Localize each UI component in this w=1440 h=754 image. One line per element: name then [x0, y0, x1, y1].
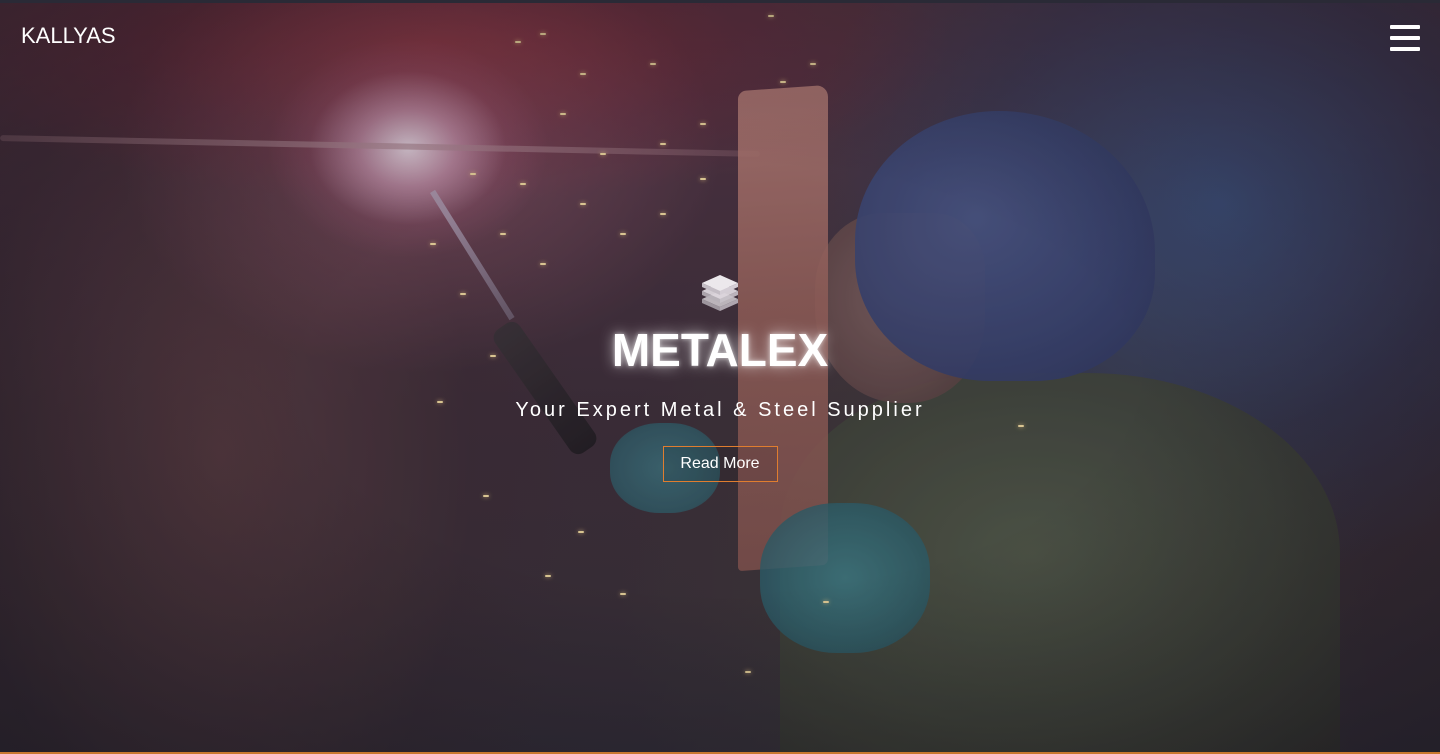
spark [515, 41, 521, 43]
read-more-button[interactable]: Read More [662, 446, 778, 482]
spark [430, 243, 436, 245]
spark [823, 601, 829, 603]
spark [620, 593, 626, 595]
menu-bar [1390, 36, 1420, 40]
hero-section: KALLYAS METALEX Your Expert Metal & Stee… [0, 0, 1440, 754]
spark [700, 178, 706, 180]
spark [580, 73, 586, 75]
spark [700, 123, 706, 125]
right-glove-decoration [760, 503, 930, 653]
spark [560, 113, 566, 115]
spark [520, 183, 526, 185]
hero-content: METALEX Your Expert Metal & Steel Suppli… [0, 273, 1440, 482]
hero-title: METALEX [611, 324, 829, 376]
spark [650, 63, 656, 65]
spark [620, 233, 626, 235]
hamburger-menu-icon[interactable] [1390, 25, 1420, 51]
hero-subtitle: Your Expert Metal & Steel Supplier [515, 399, 925, 421]
spark [470, 173, 476, 175]
spark [600, 153, 606, 155]
site-logo[interactable]: KALLYAS [21, 23, 116, 49]
spark [578, 531, 584, 533]
spark [660, 213, 666, 215]
spark [540, 263, 546, 265]
spark [745, 671, 751, 673]
weld-seam-decoration [0, 135, 760, 157]
menu-bar [1390, 25, 1420, 29]
spark [768, 15, 774, 17]
spark [540, 33, 546, 35]
layers-stack-icon [702, 275, 738, 311]
spark [483, 495, 489, 497]
spark [810, 63, 816, 65]
spark [780, 81, 786, 83]
spark [500, 233, 506, 235]
spark [545, 575, 551, 577]
spark [580, 203, 586, 205]
spark [660, 143, 666, 145]
menu-bar [1390, 47, 1420, 51]
